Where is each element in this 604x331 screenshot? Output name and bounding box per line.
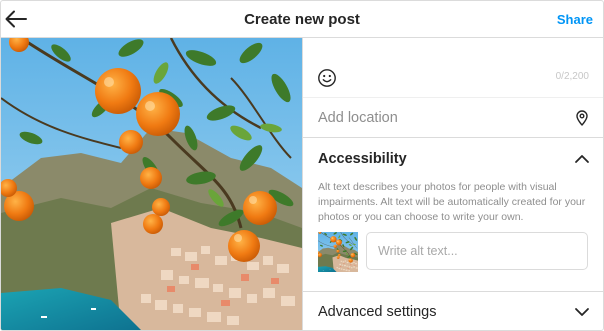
alt-text-input[interactable] bbox=[366, 232, 588, 270]
page-title: Create new post bbox=[244, 11, 360, 28]
advanced-settings-toggle[interactable]: Advanced settings bbox=[303, 291, 603, 330]
post-settings-panel: 0/2,200 Add location Accessibility Alt t… bbox=[302, 38, 603, 330]
character-counter: 0/2,200 bbox=[555, 71, 589, 82]
create-post-dialog: Create new post Share 0/2,200 Add locati… bbox=[0, 0, 604, 331]
alt-text-row bbox=[318, 232, 590, 272]
image-thumbnail bbox=[318, 232, 358, 272]
accessibility-title: Accessibility bbox=[318, 151, 407, 167]
chevron-up-icon bbox=[575, 155, 589, 163]
caption-area[interactable]: 0/2,200 bbox=[303, 38, 603, 98]
chevron-down-icon bbox=[575, 308, 589, 316]
advanced-settings-label: Advanced settings bbox=[318, 304, 437, 320]
share-button[interactable]: Share bbox=[557, 1, 593, 38]
location-pin-icon bbox=[576, 110, 588, 126]
add-location-button[interactable]: Add location bbox=[303, 98, 603, 138]
dialog-header: Create new post Share bbox=[1, 1, 603, 38]
accessibility-description: Alt text describes your photos for peopl… bbox=[318, 181, 586, 223]
accessibility-toggle[interactable]: Accessibility bbox=[303, 138, 603, 180]
smiley-icon[interactable] bbox=[317, 68, 337, 88]
add-location-label: Add location bbox=[318, 110, 398, 126]
post-image bbox=[1, 38, 302, 330]
